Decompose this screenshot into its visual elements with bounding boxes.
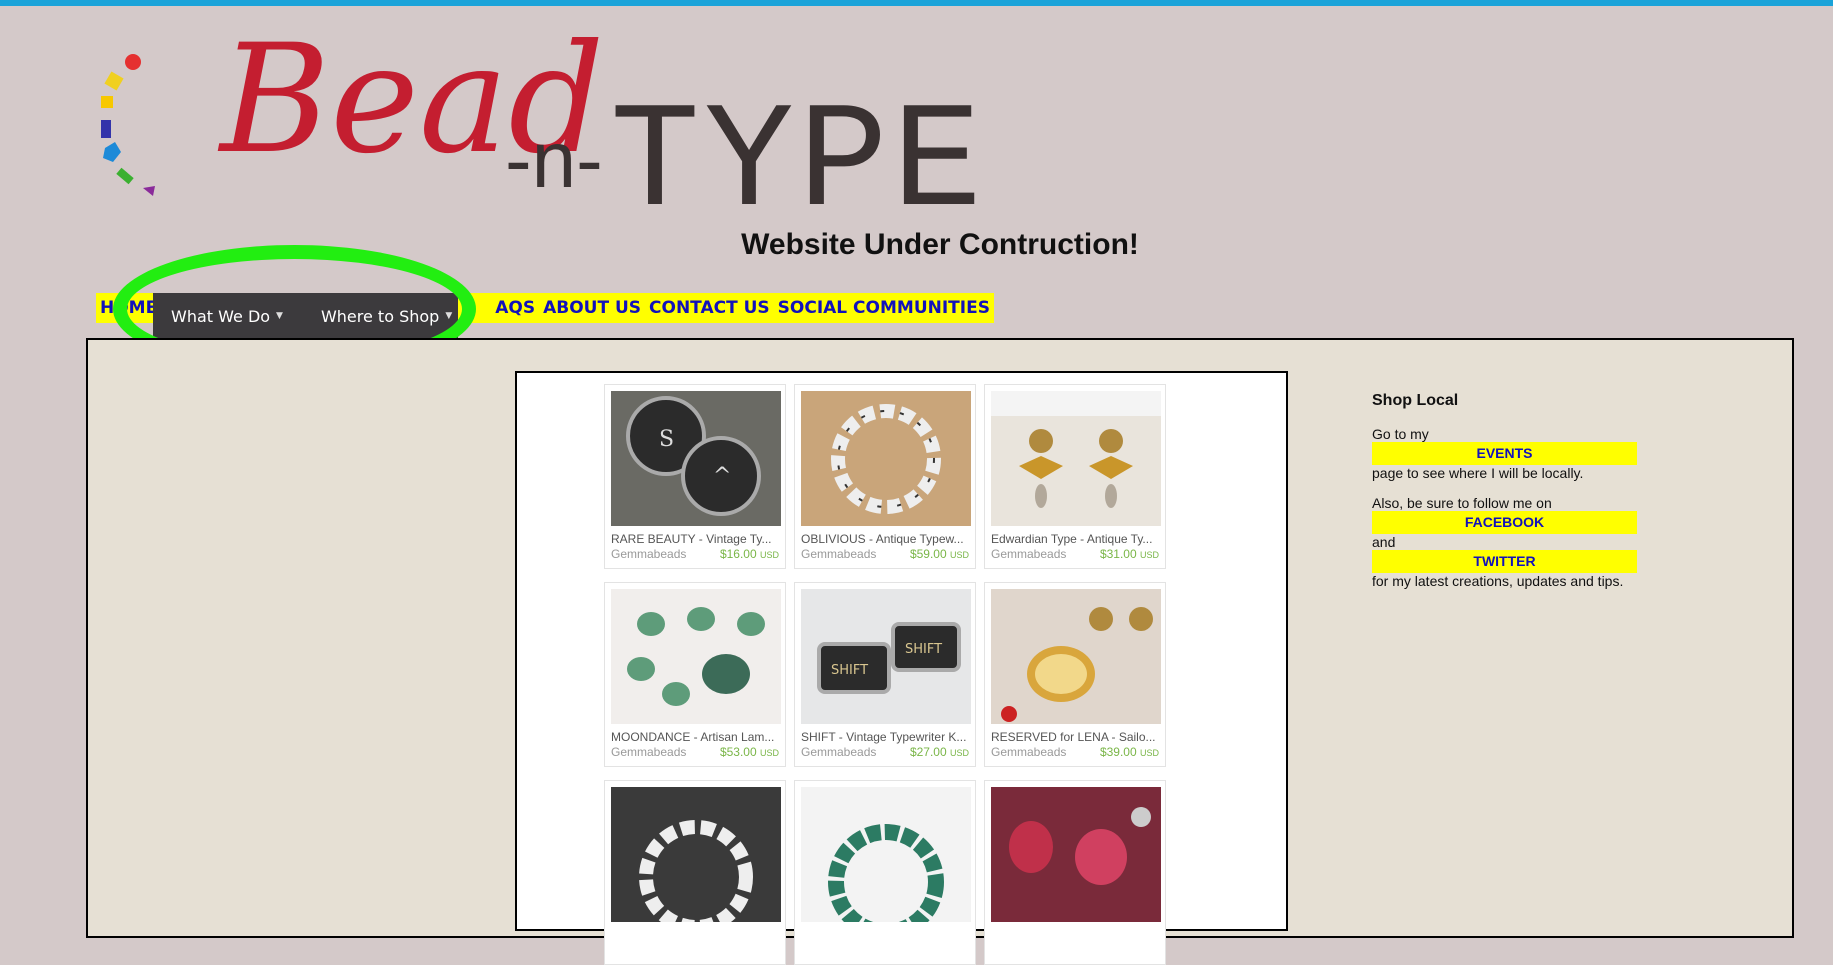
listing-image[interactable] bbox=[991, 391, 1161, 526]
svg-text:^: ^ bbox=[713, 464, 731, 489]
bead-chain-icon bbox=[101, 54, 155, 196]
listing-card[interactable]: MOONDANCE - Artisan Lam... Gemmabeads $5… bbox=[604, 582, 786, 767]
listing-price: $39.00 USD bbox=[1099, 745, 1159, 759]
nav-contact-us[interactable]: CONTACT US bbox=[645, 298, 774, 318]
nav-about-us[interactable]: ABOUT US bbox=[539, 298, 645, 318]
listing-price: $27.00 USD bbox=[909, 745, 969, 759]
listing-title[interactable]: RESERVED for LENA - Sailo... bbox=[991, 730, 1161, 744]
svg-text:SHIFT: SHIFT bbox=[905, 642, 942, 657]
listing-card[interactable]: RESERVED for LENA - Sailo... Gemmabeads … bbox=[984, 582, 1166, 767]
listing-image[interactable] bbox=[611, 787, 781, 922]
listing-shop[interactable]: Gemmabeads bbox=[991, 547, 1066, 561]
listing-shop[interactable]: Gemmabeads bbox=[991, 745, 1066, 759]
events-button[interactable]: EVENTS bbox=[1372, 442, 1637, 465]
listing-image[interactable]: S ^ bbox=[611, 391, 781, 526]
sidebar: Shop Local Go to my EVENTS page to see w… bbox=[1372, 392, 1637, 589]
svg-text:S: S bbox=[659, 427, 674, 452]
listing-card[interactable]: S ^ RARE BEAUTY - Vintage Ty... Gemmabea… bbox=[604, 384, 786, 569]
listing-shop[interactable]: Gemmabeads bbox=[801, 547, 876, 561]
facebook-button[interactable]: FACEBOOK bbox=[1372, 511, 1637, 534]
listing-card[interactable] bbox=[604, 780, 786, 965]
nav-faqs[interactable]: AQS bbox=[491, 298, 539, 318]
svg-text:SHIFT: SHIFT bbox=[831, 663, 868, 678]
listing-price: $16.00 USD bbox=[719, 547, 779, 561]
logo-word-type: TYPE bbox=[610, 80, 987, 250]
twitter-button[interactable]: TWITTER bbox=[1372, 550, 1637, 573]
listing-shop[interactable]: Gemmabeads bbox=[801, 745, 876, 759]
site-logo[interactable]: Bead -n- TYPE bbox=[95, 20, 982, 240]
sidebar-text: Also, be sure to follow me on bbox=[1372, 495, 1552, 511]
logo-joiner: -n- bbox=[505, 115, 603, 204]
listing-title[interactable]: MOONDANCE - Artisan Lam... bbox=[611, 730, 781, 744]
listing-card[interactable] bbox=[984, 780, 1166, 965]
listing-image[interactable] bbox=[991, 589, 1161, 724]
listing-shop[interactable]: Gemmabeads bbox=[611, 745, 686, 759]
page-headline: Website Under Contruction! bbox=[741, 228, 1139, 261]
listing-price: $53.00 USD bbox=[719, 745, 779, 759]
listing-image[interactable]: SHIFT SHIFT bbox=[801, 589, 971, 724]
listing-title[interactable]: Edwardian Type - Antique Ty... bbox=[991, 532, 1161, 546]
listing-shop[interactable]: Gemmabeads bbox=[611, 547, 686, 561]
sidebar-text: Go to my bbox=[1372, 426, 1429, 442]
listing-card[interactable]: OBLIVIOUS - Antique Typew... Gemmabeads … bbox=[794, 384, 976, 569]
listing-title[interactable]: OBLIVIOUS - Antique Typew... bbox=[801, 532, 971, 546]
listing-card[interactable]: SHIFT SHIFT SHIFT - Vintage Typewriter K… bbox=[794, 582, 976, 767]
sidebar-text: page to see where I will be locally. bbox=[1372, 465, 1584, 481]
listing-title[interactable]: RARE BEAUTY - Vintage Ty... bbox=[611, 532, 781, 546]
listing-image[interactable] bbox=[991, 787, 1161, 922]
listing-image[interactable] bbox=[611, 589, 781, 724]
etsy-shop-widget: S ^ RARE BEAUTY - Vintage Ty... Gemmabea… bbox=[515, 371, 1288, 965]
listing-card[interactable]: Edwardian Type - Antique Ty... Gemmabead… bbox=[984, 384, 1166, 569]
sidebar-heading: Shop Local bbox=[1372, 392, 1459, 409]
listing-card[interactable] bbox=[794, 780, 976, 965]
listing-image[interactable] bbox=[801, 787, 971, 922]
nav-social-communities[interactable]: SOCIAL COMMUNITIES bbox=[774, 298, 994, 318]
sidebar-text: for my latest creations, updates and tip… bbox=[1372, 573, 1624, 589]
listing-image[interactable] bbox=[801, 391, 971, 526]
listing-price: $59.00 USD bbox=[909, 547, 969, 561]
listing-title[interactable]: SHIFT - Vintage Typewriter K... bbox=[801, 730, 971, 744]
sidebar-text: and bbox=[1372, 534, 1396, 550]
listing-price: $31.00 USD bbox=[1099, 547, 1159, 561]
top-accent-bar bbox=[0, 0, 1833, 6]
